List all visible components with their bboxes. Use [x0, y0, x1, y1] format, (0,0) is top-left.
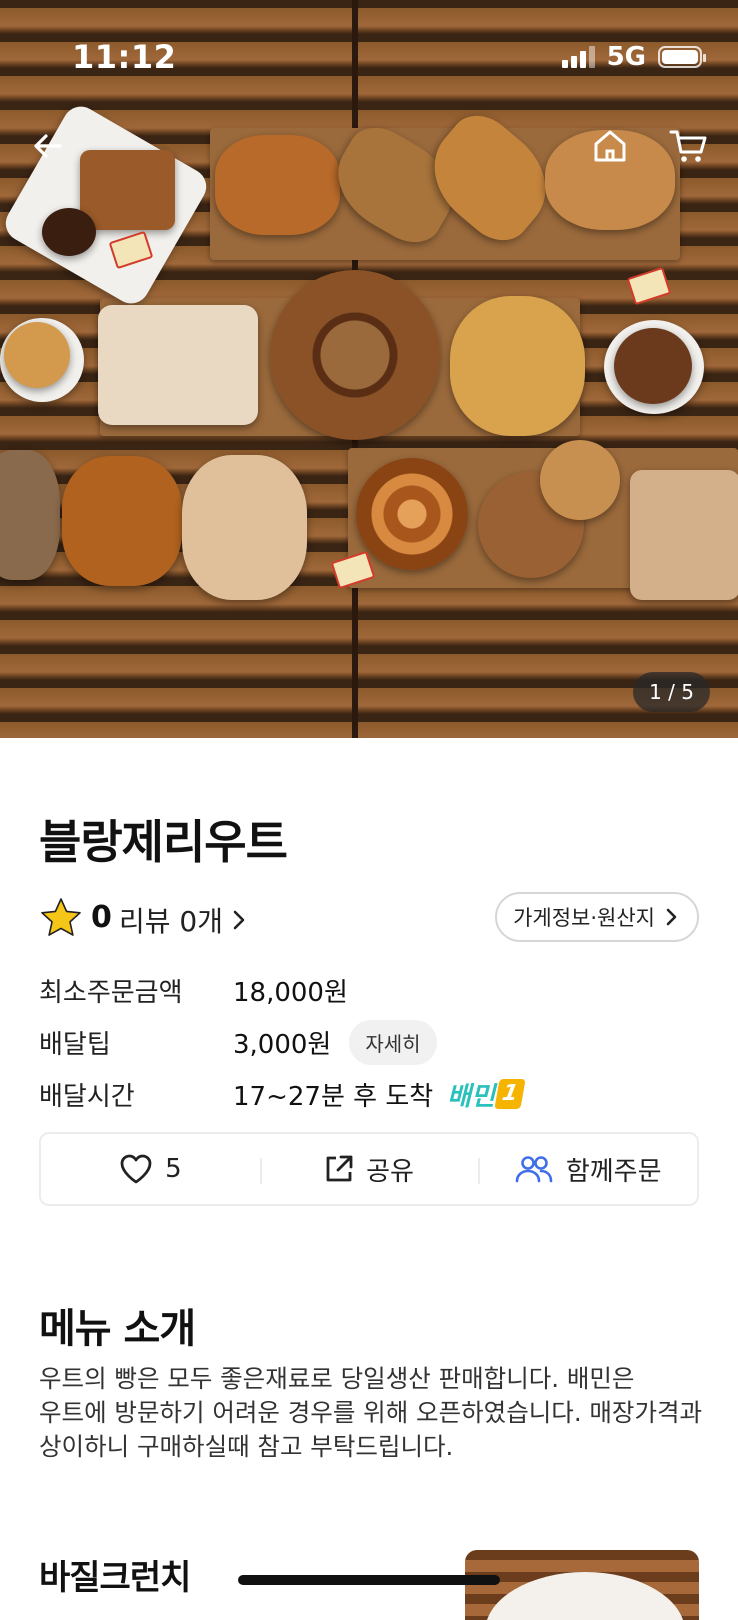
cell-signal-icon	[561, 46, 595, 68]
delivery-tip-detail-button[interactable]: 자세히	[349, 1019, 437, 1065]
group-order-button[interactable]: 함께주문	[478, 1134, 697, 1204]
country-bread	[0, 450, 60, 580]
home-button[interactable]	[586, 122, 634, 170]
baemin-one-badge: 배민 1	[447, 1076, 526, 1113]
min-order-label: 최소주문금액	[39, 977, 183, 1008]
status-indicators: 5G	[561, 42, 706, 72]
butter-pat	[626, 266, 672, 306]
delivery-tip-label: 배달팁	[39, 1029, 111, 1060]
store-name: 블랑제리우트	[39, 815, 288, 869]
status-time: 11:12	[72, 38, 177, 76]
image-pager: 1 / 5	[633, 672, 710, 712]
menu-item-name[interactable]: 바질크런치	[39, 1550, 191, 1599]
review-label: 리뷰 0개	[119, 905, 223, 938]
croissant	[62, 456, 182, 586]
canele	[42, 208, 96, 256]
delivery-tip-row: 배달팁 3,000원 자세히	[39, 1019, 699, 1065]
cheese-bread	[450, 296, 585, 436]
rating-row: 0 리뷰 0개 가게정보·원산지	[39, 892, 699, 948]
rating-value: 0	[91, 900, 112, 935]
min-order-value: 18,000원	[233, 977, 348, 1008]
group-order-label: 함께주문	[565, 1156, 662, 1187]
home-indicator[interactable]	[238, 1575, 500, 1585]
store-hero-image[interactable]	[0, 0, 738, 738]
cookie	[540, 440, 620, 520]
like-button[interactable]: 5	[41, 1134, 260, 1204]
menu-intro-title: 메뉴 소개	[39, 1306, 196, 1352]
bagel	[270, 270, 440, 440]
review-link[interactable]: 리뷰 0개	[119, 900, 247, 940]
network-type: 5G	[606, 42, 646, 72]
almond-croissant	[182, 455, 307, 600]
heart-icon	[120, 1154, 152, 1184]
muffin	[4, 322, 70, 388]
like-count: 5	[165, 1154, 182, 1184]
delivery-time-label: 배달시간	[39, 1081, 135, 1112]
baemin-badge-text: 배민	[447, 1081, 496, 1112]
store-info-label: 가게정보·원산지	[513, 906, 655, 930]
cart-button[interactable]	[664, 122, 712, 170]
chevron-right-icon	[666, 908, 677, 926]
home-icon	[594, 130, 626, 162]
status-bar: 11:12 5G	[0, 0, 738, 110]
delivery-time-value: 17~27분 후 도착	[233, 1081, 434, 1112]
menu-intro-description: 우트의 빵은 모두 좋은재료로 당일생산 판매합니다. 배민은 우트에 방문하기…	[39, 1364, 703, 1461]
ciabatta	[98, 305, 258, 425]
star-icon	[41, 898, 81, 936]
cookie	[614, 328, 692, 404]
menu-item-thumbnail[interactable]	[465, 1550, 699, 1620]
back-arrow-icon	[34, 134, 62, 158]
danish	[356, 458, 468, 570]
back-button[interactable]	[24, 122, 72, 170]
baemin-badge-number: 1	[494, 1079, 526, 1109]
top-navigation	[0, 122, 738, 178]
delivery-tip-value: 3,000원	[233, 1029, 332, 1060]
battery-icon	[658, 46, 706, 68]
chevron-right-icon	[233, 910, 245, 930]
share-label: 공유	[366, 1156, 414, 1187]
delivery-time-row: 배달시간 17~27분 후 도착 배민 1	[39, 1072, 699, 1116]
min-order-row: 최소주문금액 18,000원	[39, 968, 699, 1012]
group-people-icon	[515, 1156, 553, 1183]
store-info-button[interactable]: 가게정보·원산지	[495, 892, 699, 942]
action-bar: 5 공유 함께주문	[39, 1132, 699, 1206]
pound-loaf	[630, 470, 738, 600]
cart-icon	[669, 130, 707, 162]
share-button[interactable]: 공유	[259, 1134, 479, 1204]
share-icon	[326, 1155, 353, 1182]
dish-plate	[485, 1572, 685, 1620]
